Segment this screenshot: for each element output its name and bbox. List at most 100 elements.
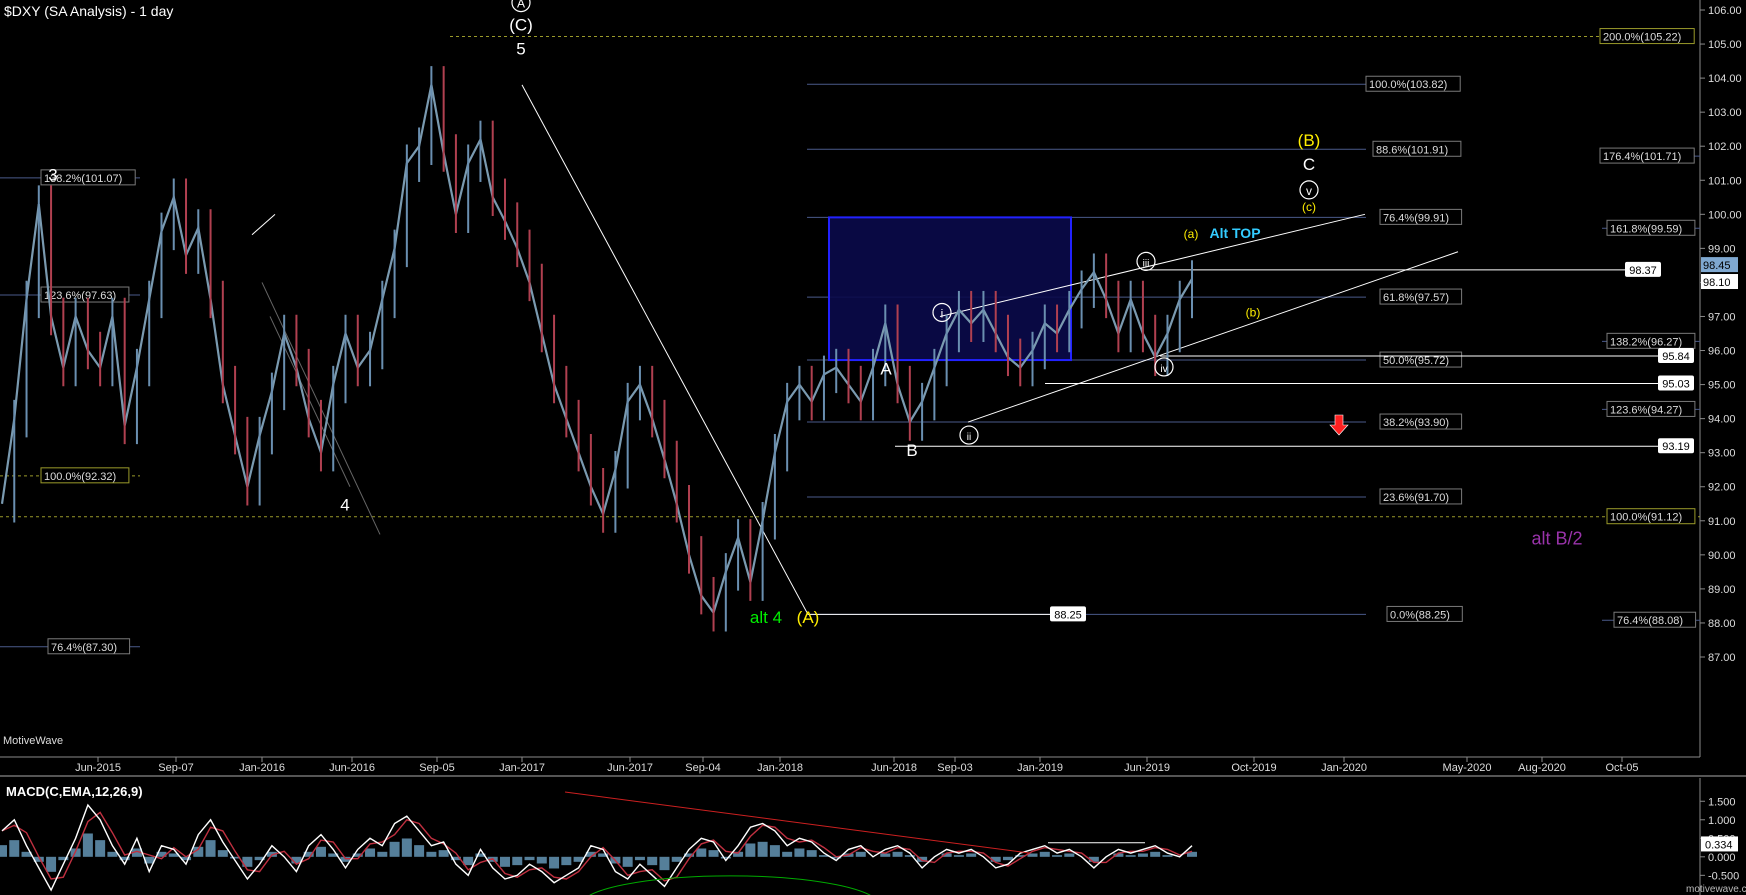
macd-hist-bar bbox=[880, 853, 891, 857]
price-label: 95.84 bbox=[1662, 351, 1690, 363]
y-tick-label: 95.00 bbox=[1708, 380, 1736, 392]
macd-hist-bar bbox=[536, 856, 547, 864]
macd-hist-bar bbox=[82, 833, 93, 857]
y-tick-label: 103.00 bbox=[1708, 107, 1742, 119]
macd-hist-bar bbox=[1002, 856, 1013, 861]
macd-hist-bar bbox=[389, 841, 400, 857]
y-tick-label: 97.00 bbox=[1708, 311, 1736, 323]
macd-hist-bar bbox=[708, 850, 719, 857]
wave-label: B bbox=[906, 441, 917, 460]
x-tick-label: Jan-2019 bbox=[1017, 762, 1063, 774]
macd-hist-bar bbox=[1052, 855, 1063, 857]
y-tick-label: 101.00 bbox=[1708, 175, 1742, 187]
macd-hist-bar bbox=[499, 856, 510, 867]
wave-label: 5 bbox=[516, 39, 525, 58]
wave-label: ii bbox=[967, 432, 971, 443]
wave-label: iii bbox=[1143, 258, 1150, 269]
price-label: 95.03 bbox=[1662, 379, 1690, 391]
fib-label: 76.4%(87.30) bbox=[51, 642, 117, 654]
macd-hist-bar bbox=[217, 850, 228, 857]
watermark-label: MotiveWave bbox=[3, 735, 63, 747]
macd-hist-bar bbox=[671, 856, 682, 862]
wave-label: (A) bbox=[797, 608, 820, 627]
x-tick-label: May-2020 bbox=[1443, 762, 1492, 774]
macd-hist-bar bbox=[794, 848, 805, 857]
fib-label: 100.0%(91.12) bbox=[1610, 512, 1682, 524]
macd-hist-bar bbox=[205, 840, 216, 857]
fib-label: 100.0%(92.32) bbox=[44, 471, 116, 483]
y-tick-label: 105.00 bbox=[1708, 39, 1742, 51]
y-tick-label: 90.00 bbox=[1708, 550, 1736, 562]
macd-hist-bar bbox=[95, 840, 106, 857]
x-tick-label: Oct-2019 bbox=[1231, 762, 1276, 774]
credit-label: motivewave.com bbox=[1686, 884, 1746, 895]
y-tick-label: 88.00 bbox=[1708, 618, 1736, 630]
macd-hist-bar bbox=[438, 850, 449, 857]
fib-label: 176.4%(101.71) bbox=[1603, 151, 1681, 163]
macd-hist-bar bbox=[696, 848, 707, 857]
macd-hist-bar bbox=[315, 846, 326, 857]
macd-hist-bar bbox=[1137, 853, 1148, 857]
fib-label: 200.0%(105.22) bbox=[1603, 32, 1681, 44]
macd-tick-label: 1.000 bbox=[1708, 815, 1736, 827]
fib-label: 61.8%(97.57) bbox=[1383, 292, 1449, 304]
wave-label: (c) bbox=[1302, 200, 1316, 214]
y-tick-label: 91.00 bbox=[1708, 516, 1736, 528]
macd-hist-bar bbox=[1064, 853, 1075, 857]
y-tick-label: 99.00 bbox=[1708, 243, 1736, 255]
macd-hist-bar bbox=[1125, 855, 1136, 857]
fib-label: 123.6%(97.63) bbox=[44, 290, 116, 302]
price-label: 98.37 bbox=[1629, 265, 1657, 277]
x-tick-label: Jan-2016 bbox=[239, 762, 285, 774]
wave-label: (a) bbox=[1184, 227, 1199, 241]
macd-hist-bar bbox=[9, 840, 20, 857]
macd-hist-bar bbox=[524, 856, 535, 861]
axis-value-text: 98.10 bbox=[1703, 277, 1731, 289]
macd-hist-bar bbox=[782, 851, 793, 857]
chart-title: $DXY (SA Analysis) - 1 day bbox=[4, 3, 173, 19]
target-box bbox=[828, 216, 1072, 362]
macd-hist-bar bbox=[46, 856, 57, 872]
macd-hist-bar bbox=[647, 856, 658, 866]
fib-label: 88.6%(101.91) bbox=[1376, 144, 1448, 156]
macd-hist-bar bbox=[365, 848, 376, 857]
macd-hist-bar bbox=[549, 856, 560, 869]
x-tick-label: Jan-2017 bbox=[499, 762, 545, 774]
macd-hist-bar bbox=[769, 845, 780, 857]
macd-hist-bar bbox=[512, 856, 523, 866]
fib-label: 76.4%(99.91) bbox=[1383, 212, 1449, 224]
y-tick-label: 87.00 bbox=[1708, 652, 1736, 664]
macd-title: MACD(C,EMA,12,26,9) bbox=[6, 784, 143, 799]
x-tick-label: Jun-2017 bbox=[607, 762, 653, 774]
y-tick-label: 106.00 bbox=[1708, 5, 1742, 17]
wave-label: A bbox=[880, 359, 892, 378]
macd-hist-bar bbox=[634, 856, 645, 861]
macd-hist-bar bbox=[745, 843, 756, 857]
chart-canvas: 200.0%(105.22) 100.0%(103.82) 88.6%(101.91… bbox=[0, 0, 1746, 895]
macd-hist-bar bbox=[0, 845, 7, 857]
wave-label: alt B/2 bbox=[1531, 529, 1582, 549]
macd-hist-bar bbox=[757, 841, 768, 857]
price-label: 88.25 bbox=[1054, 609, 1082, 621]
x-tick-label: Jun-2019 bbox=[1124, 762, 1170, 774]
x-tick-label: Sep-07 bbox=[158, 762, 193, 774]
fib-label: 38.2%(93.90) bbox=[1383, 417, 1449, 429]
fib-label: 50.0%(95.72) bbox=[1383, 355, 1449, 367]
macd-hist-bar bbox=[401, 838, 412, 857]
macd-hist-bar bbox=[561, 856, 572, 866]
y-tick-label: 100.00 bbox=[1708, 209, 1742, 221]
x-tick-label: Jun-2016 bbox=[329, 762, 375, 774]
x-tick-label: Sep-04 bbox=[685, 762, 720, 774]
fib-label: 138.2%(96.27) bbox=[1610, 336, 1682, 348]
x-tick-label: Aug-2020 bbox=[1518, 762, 1566, 774]
fib-label: 100.0%(103.82) bbox=[1369, 79, 1447, 91]
wave-label: 4 bbox=[340, 496, 349, 515]
wave-label: (C) bbox=[509, 15, 533, 34]
y-tick-label: 93.00 bbox=[1708, 448, 1736, 460]
price-label: 93.19 bbox=[1662, 441, 1690, 453]
wave-label: alt 4 bbox=[750, 608, 782, 627]
target-zone bbox=[828, 216, 1072, 362]
macd-hist-bar bbox=[953, 855, 964, 857]
fib-label: 161.8%(99.59) bbox=[1610, 223, 1682, 235]
y-tick-label: 104.00 bbox=[1708, 73, 1742, 85]
